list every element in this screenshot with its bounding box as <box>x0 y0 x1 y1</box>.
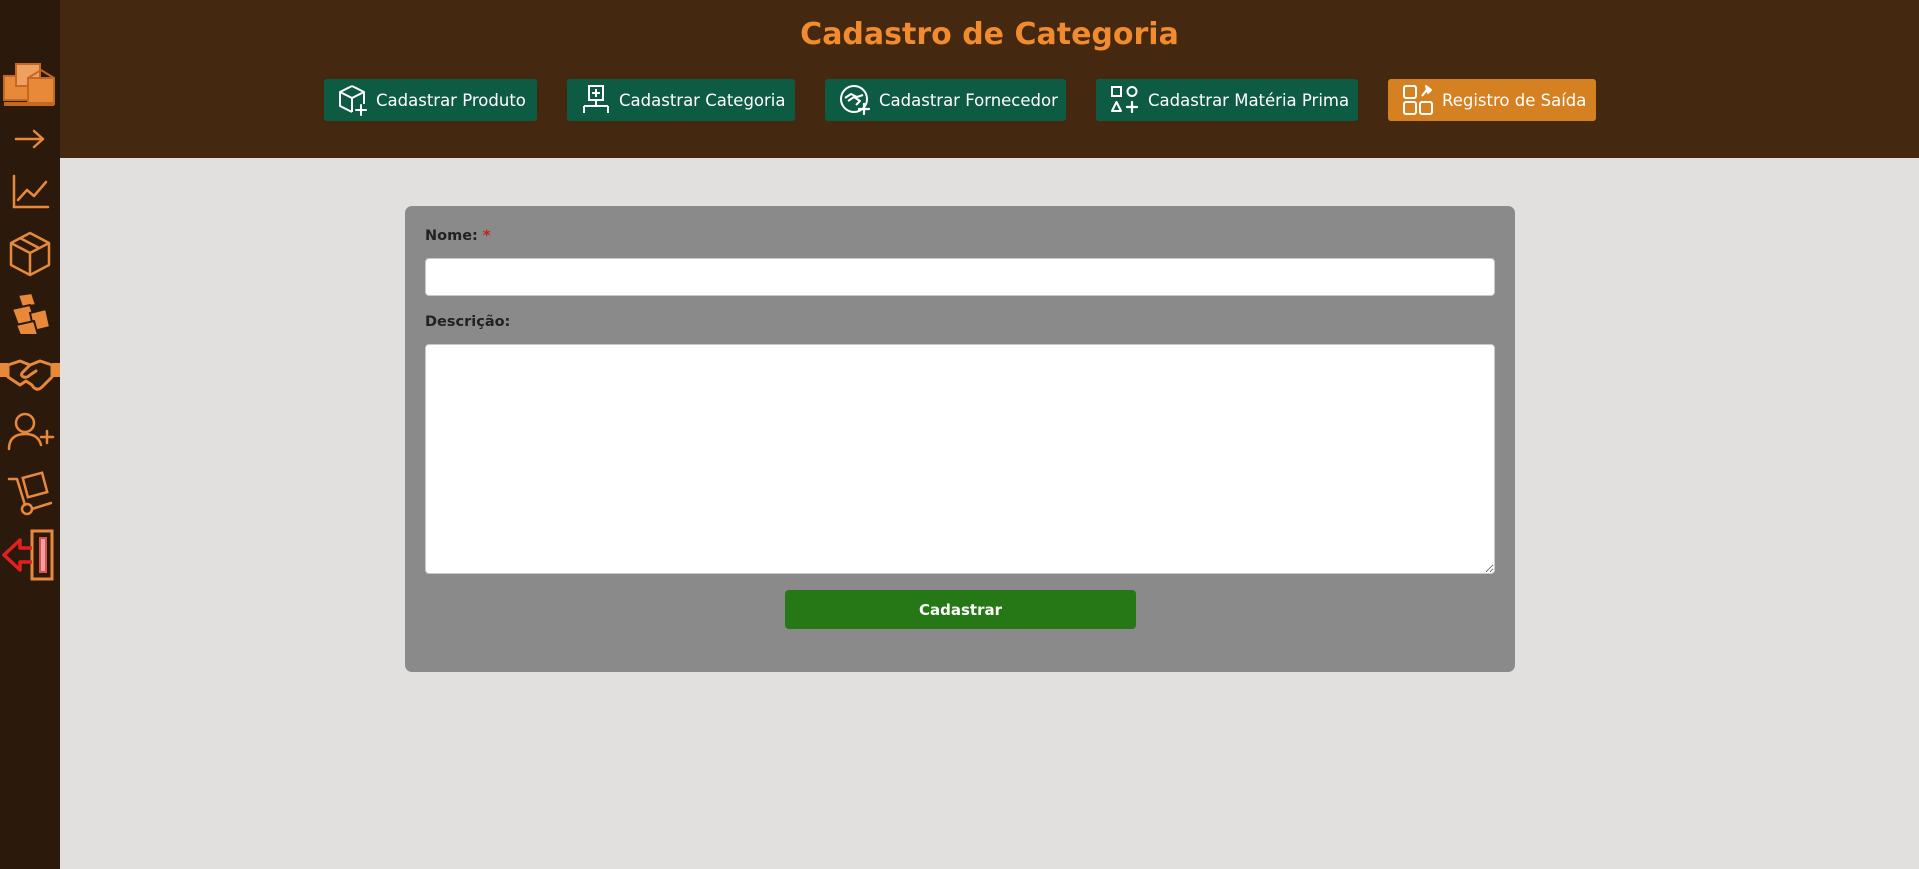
nav-cadastrar-fornecedor-button[interactable]: Cadastrar Fornecedor <box>825 79 1066 121</box>
nome-label-text: Nome: <box>425 228 478 244</box>
handshake-icon[interactable] <box>0 354 60 394</box>
nav-label: Cadastrar Matéria Prima <box>1148 90 1350 110</box>
nome-input[interactable] <box>425 258 1495 296</box>
chart-line-icon[interactable] <box>0 172 60 212</box>
hand-truck-icon[interactable] <box>0 468 60 518</box>
nav-cadastrar-categoria-button[interactable]: Cadastrar Categoria <box>567 79 795 121</box>
package-icon[interactable] <box>0 230 60 278</box>
nav-label: Cadastrar Fornecedor <box>879 90 1058 110</box>
arrow-right-icon[interactable] <box>0 124 60 154</box>
grid-pin-icon <box>1403 85 1433 115</box>
descricao-textarea[interactable] <box>425 344 1495 574</box>
nav-cadastrar-produto-button[interactable]: Cadastrar Produto <box>324 79 537 121</box>
header: Cadastro de Categoria Cadastrar Produto … <box>60 0 1919 158</box>
nome-label: Nome: * <box>425 228 491 244</box>
required-mark: * <box>482 228 491 244</box>
hierarchy-plus-icon <box>583 85 609 113</box>
nav-label: Cadastrar Categoria <box>619 90 786 110</box>
user-plus-icon[interactable] <box>0 410 60 454</box>
descricao-label: Descrição: <box>425 314 511 330</box>
shapes-plus-icon <box>1111 86 1139 114</box>
nav-label: Registro de Saída <box>1442 90 1587 110</box>
boxes-icon[interactable] <box>0 58 60 112</box>
nav-registro-de-saida-button[interactable]: Registro de Saída <box>1388 79 1596 121</box>
boxes-stack-icon[interactable] <box>0 290 60 338</box>
nav-cadastrar-materia-prima-button[interactable]: Cadastrar Matéria Prima <box>1096 79 1358 121</box>
handshake-plus-icon <box>840 85 871 116</box>
sidebar <box>0 0 60 869</box>
form-panel: Nome: * Descrição: Cadastrar <box>405 206 1515 672</box>
cadastrar-button[interactable]: Cadastrar <box>785 590 1136 629</box>
nav-label: Cadastrar Produto <box>376 90 526 110</box>
box-plus-icon <box>339 85 367 116</box>
logout-icon[interactable] <box>0 528 60 582</box>
page-title: Cadastro de Categoria <box>800 17 1179 52</box>
